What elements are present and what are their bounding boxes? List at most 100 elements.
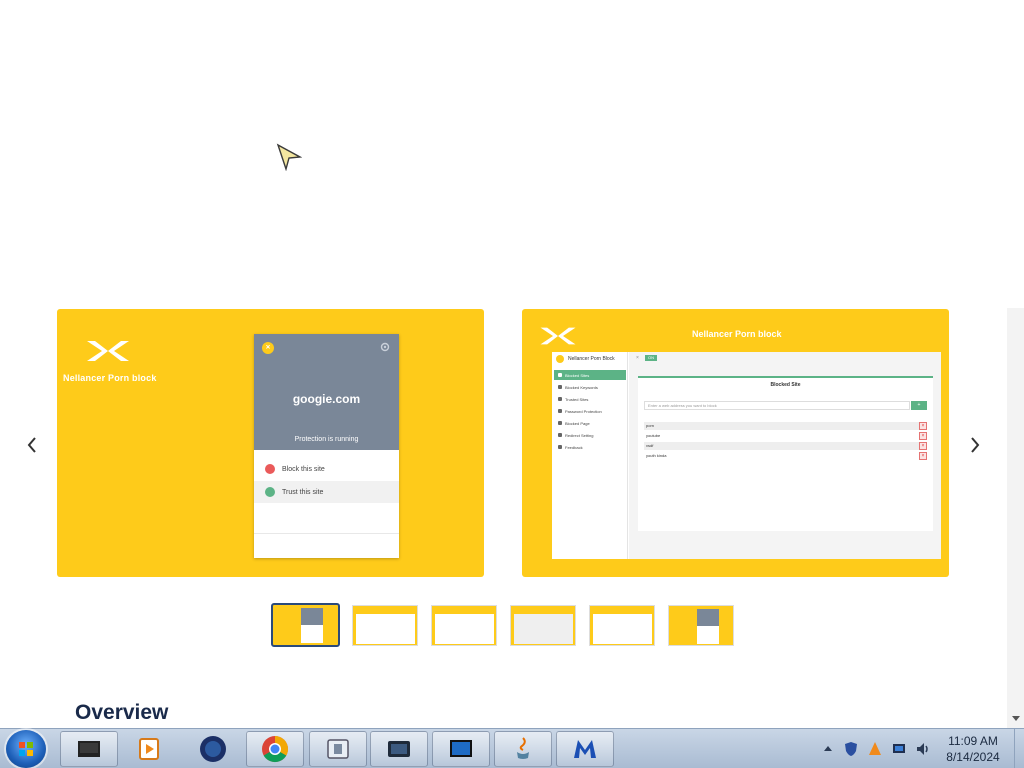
sidebar-item-redirect: Redirect Setting (554, 430, 626, 440)
clock-date: 8/14/2024 (946, 750, 1000, 764)
taskbar-app-malwarebytes[interactable] (556, 731, 614, 767)
app-title: Nellancer Porn Block (568, 356, 615, 362)
lock-icon (558, 409, 562, 413)
popup-header: ✕ googie.com Protection is running (254, 334, 399, 450)
page-icon (558, 421, 562, 425)
site-input: Enter a web address you want to block (644, 401, 910, 410)
media-player-icon (139, 738, 159, 760)
block-icon (265, 464, 275, 474)
slide-title: Nellancer Porn block (692, 329, 782, 339)
show-hidden-icons-icon[interactable] (820, 741, 836, 757)
carousel-prev-button[interactable] (22, 432, 42, 458)
sidebar-item-label: Feedback (565, 444, 583, 450)
site-name: porn (646, 423, 655, 428)
thumbnail-2[interactable] (352, 605, 418, 646)
sidebar-item-blocked-keywords: Blocked Keywords (554, 382, 626, 392)
taskbar-app-window[interactable] (309, 731, 367, 767)
redirect-icon (558, 433, 562, 437)
divider (254, 533, 399, 534)
delete-icon: × (919, 432, 927, 440)
java-icon (517, 737, 529, 759)
taskbar: 11:09 AM 8/14/2024 (0, 728, 1024, 768)
slide-title: Nellancer Porn block (63, 373, 157, 383)
carousel-slide-2[interactable]: Nellancer Porn block Nellancer Porn Bloc… (522, 309, 949, 577)
thumbnail-3[interactable] (431, 605, 497, 646)
keyword-icon (558, 385, 562, 389)
blocked-site-panel: Blocked Site Enter a web address you wan… (638, 376, 933, 531)
app-sidebar: Nellancer Porn Block Blocked Sites Block… (552, 352, 628, 559)
sidebar-item-blocked-sites: Blocked Sites (554, 370, 626, 380)
taskbar-app-chrome[interactable] (246, 731, 304, 767)
mouse-cursor-icon (276, 143, 302, 171)
thumb-preview (514, 614, 573, 644)
taskbar-app-java[interactable] (494, 731, 552, 767)
thumbnail-6[interactable] (668, 605, 734, 646)
delete-icon: × (919, 422, 927, 430)
site-row: porn × (644, 422, 927, 430)
taskbar-clock[interactable]: 11:09 AM 8/14/2024 (938, 733, 1008, 765)
section-heading: Overview (75, 701, 169, 724)
thumb-preview (593, 614, 652, 644)
shield-icon (558, 397, 562, 401)
block-site-label: Block this site (282, 465, 325, 473)
thumb-preview-header (697, 609, 719, 626)
trust-site-label: Trust this site (282, 488, 324, 496)
trust-icon (265, 487, 275, 497)
xx-logo-icon (540, 327, 576, 345)
chevron-left-icon (27, 437, 36, 453)
ban-icon (558, 373, 562, 377)
chrome-icon (262, 736, 289, 763)
thumb-preview (435, 614, 494, 644)
start-button[interactable] (6, 730, 46, 768)
popup-domain: googie.com (292, 392, 361, 406)
screen-capture-icon (388, 741, 410, 757)
sidebar-item-label: Blocked Page (565, 420, 590, 426)
carousel-next-button[interactable] (965, 432, 985, 458)
show-desktop-button[interactable] (1014, 729, 1024, 768)
thumbnail-4[interactable] (510, 605, 576, 646)
sidebar-item-label: Redirect Setting (565, 432, 594, 438)
trust-site-item: Trust this site (254, 481, 399, 503)
popup-logo-icon: ✕ (262, 342, 274, 354)
taskbar-app-mediacenter[interactable] (60, 731, 118, 767)
sidebar-item-blocked-page: Blocked Page (554, 418, 626, 428)
sidebar-item-feedback: Feedback (554, 442, 626, 452)
volume-icon[interactable] (915, 741, 931, 757)
settings-app-preview: Nellancer Porn Block Blocked Sites Block… (552, 352, 941, 559)
sidebar-item-label: Password Protection (565, 408, 602, 414)
chevron-right-icon (971, 437, 980, 453)
app-window-icon (327, 739, 349, 759)
delete-icon: × (919, 452, 927, 460)
site-name: vsdf (646, 443, 654, 448)
malwarebytes-icon (574, 740, 596, 758)
sidebar-item-label: Blocked Sites (565, 372, 590, 378)
delete-icon: × (919, 442, 927, 450)
sidebar-item-label: Blocked Keywords (565, 384, 598, 390)
sidebar-item-label: Trusted Sites (565, 396, 589, 402)
thumb-preview (356, 614, 415, 644)
security-shield-icon[interactable] (843, 741, 859, 757)
taskbar-app-screen-capture[interactable] (370, 731, 428, 767)
taskbar-app-monitor[interactable] (432, 731, 490, 767)
scroll-down-arrow-icon[interactable] (1011, 713, 1021, 723)
globe-app-icon (200, 736, 226, 762)
page-scrollbar[interactable] (1007, 308, 1024, 728)
thumbnail-5[interactable] (589, 605, 655, 646)
popup-status: Protection is running (294, 436, 359, 443)
taskbar-app-media-player[interactable] (120, 731, 178, 767)
network-icon[interactable] (891, 741, 907, 757)
app-logo-icon (556, 355, 564, 363)
taskbar-app-firefox[interactable] (184, 731, 242, 767)
windows-logo-icon (19, 742, 33, 756)
site-row: vsdf × (644, 442, 927, 450)
site-name: youth kinda (646, 453, 667, 458)
app-main: × ON Blocked Site Enter a web address yo… (629, 352, 941, 559)
thumbnail-1[interactable] (271, 603, 340, 647)
toggle-on-badge: ON (645, 355, 657, 361)
clock-time: 11:09 AM (948, 734, 998, 748)
sidebar-item-trusted-sites: Trusted Sites (554, 394, 626, 404)
carousel-slide-1[interactable]: Nellancer Porn block ✕ googie.com Protec… (57, 309, 484, 577)
vlc-tray-icon[interactable] (867, 741, 883, 757)
monitor-icon (450, 740, 472, 757)
extension-popup: ✕ googie.com Protection is running Block… (254, 334, 399, 558)
